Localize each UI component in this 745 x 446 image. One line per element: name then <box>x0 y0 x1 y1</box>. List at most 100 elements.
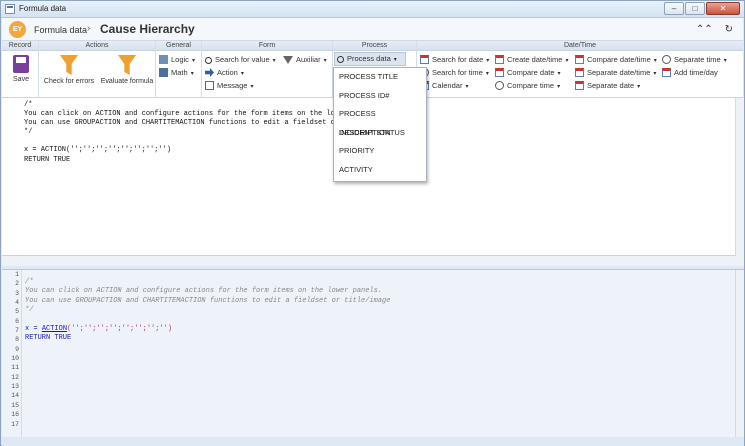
process-data-button[interactable]: Process data ▾ <box>334 52 406 66</box>
search-value-button[interactable]: Search for value ▾ <box>205 54 276 66</box>
compare-datetime-label: Compare date/time <box>587 55 651 64</box>
menu-item-incident-status[interactable]: INCIDENT STATUS <box>334 124 426 143</box>
check-errors-button[interactable]: Check for errors <box>41 55 97 85</box>
logic-button[interactable]: Logic ▾ <box>159 54 195 66</box>
line-number: 7 <box>15 327 19 335</box>
line-number: 16 <box>11 411 19 419</box>
menu-item-activity[interactable]: ACTIVITY <box>334 161 426 180</box>
group-record: Record Save <box>2 41 39 98</box>
menu-item-process-title[interactable]: PROCESS TITLE <box>334 68 426 87</box>
chevron-right-icon: › <box>87 23 91 34</box>
group-general-label: General <box>156 41 201 51</box>
line-number: 2 <box>15 280 19 288</box>
maximize-button[interactable]: □ <box>685 2 705 15</box>
close-button[interactable]: ✕ <box>706 2 740 15</box>
compare-date-button[interactable]: Compare date ▾ <box>495 67 561 79</box>
auxiliar-button[interactable]: Auxiliar ▾ <box>283 54 327 66</box>
chevron-down-icon: ▾ <box>393 57 397 63</box>
editor-vertical-scrollbar[interactable] <box>735 270 744 438</box>
code-function[interactable]: ACTION <box>42 325 67 333</box>
menu-item-process-id[interactable]: PROCESS ID# <box>334 87 426 106</box>
line-number: 4 <box>15 299 19 307</box>
logic-label: Logic <box>171 55 189 64</box>
vertical-scrollbar[interactable] <box>735 98 744 256</box>
chevron-down-icon: ▾ <box>323 58 327 64</box>
line-number: 17 <box>11 420 19 428</box>
chevron-down-icon: ▾ <box>653 71 657 77</box>
horizontal-scrollbar[interactable] <box>2 256 744 266</box>
line-number: 1 <box>15 271 19 278</box>
save-button[interactable]: Save <box>8 55 34 83</box>
page-header: EY Formula data › Cause Hierarchy ⌃⌃ ↻ <box>2 18 743 41</box>
message-label: Message <box>217 81 248 90</box>
search-time-button[interactable]: Search for time ▾ <box>420 67 489 79</box>
menu-item-process-description[interactable]: PROCESS DESCRIPTION <box>334 105 426 137</box>
group-general: General Logic ▾ Math ▾ <box>156 41 202 98</box>
calendar-icon <box>420 55 429 64</box>
line-number: 15 <box>11 401 19 409</box>
line-number: 6 <box>15 317 19 325</box>
clock-icon <box>662 55 671 64</box>
app-icon <box>5 4 15 14</box>
formula-window: Formula data – □ ✕ EY Formula data › Cau… <box>0 0 745 446</box>
add-timeday-button[interactable]: Add time/day <box>662 67 718 79</box>
separate-time-label: Separate time <box>674 55 721 64</box>
formula-code-editor[interactable]: 1 2 3 4 5 6 7 8 9 10 11 12 13 14 15 16 1… <box>2 269 744 438</box>
chevron-down-icon: ▾ <box>485 71 489 77</box>
line-number-gutter: 1 2 3 4 5 6 7 8 9 10 11 12 13 14 15 16 1… <box>2 270 22 438</box>
group-datetime-label: Date/Time <box>417 41 743 51</box>
status-bar <box>2 437 744 446</box>
add-timeday-label: Add time/day <box>674 68 718 77</box>
separate-time-button[interactable]: Separate time ▾ <box>662 54 727 66</box>
search-icon <box>337 56 344 63</box>
compare-time-button[interactable]: Compare time ▾ <box>495 80 560 92</box>
compare-datetime-button[interactable]: Compare date/time ▾ <box>575 54 657 66</box>
message-button[interactable]: Message ▾ <box>205 80 253 92</box>
code-comment-open: /* <box>25 278 34 286</box>
collapse-icon[interactable]: ⌃⌃ <box>696 24 713 35</box>
search-value-label: Search for value <box>215 55 270 64</box>
group-process-label: Process <box>333 41 416 51</box>
create-datetime-button[interactable]: Create date/time ▾ <box>495 54 568 66</box>
line-number: 12 <box>11 373 19 381</box>
evaluate-formula-button[interactable]: Evaluate formula <box>99 55 155 85</box>
chevron-down-icon: ▾ <box>565 58 569 64</box>
code-return-line: RETURN TRUE <box>25 334 72 343</box>
code-comment-close: */ <box>25 306 34 315</box>
calendar-icon <box>662 68 671 77</box>
minimize-button[interactable]: – <box>664 2 684 15</box>
action-button[interactable]: Action ▾ <box>205 67 244 79</box>
line-number: 13 <box>11 383 19 391</box>
separate-date-button[interactable]: Separate date ▾ <box>575 80 640 92</box>
separate-date-label: Separate date <box>587 81 635 90</box>
process-data-menu: PROCESS TITLE PROCESS ID# PROCESS DESCRI… <box>333 67 427 182</box>
chevron-down-icon: ▾ <box>486 58 490 64</box>
calendar-icon <box>495 55 504 64</box>
menu-item-priority[interactable]: PRIORITY <box>334 142 426 161</box>
line-number: 5 <box>15 308 19 316</box>
save-icon <box>13 55 29 73</box>
calendar-button[interactable]: Calendar ▾ <box>420 80 468 92</box>
group-actions: Actions Check for errors Evaluate formul… <box>39 41 156 98</box>
separate-datetime-label: Separate date/time <box>587 68 651 77</box>
calendar-icon <box>495 68 504 77</box>
line-number: 9 <box>15 345 19 353</box>
chevron-down-icon: ▾ <box>723 58 727 64</box>
formula-preview-text: /* You can click on ACTION and configure… <box>24 101 360 164</box>
action-label: Action <box>217 68 238 77</box>
line-number: 11 <box>11 364 19 372</box>
separate-datetime-button[interactable]: Separate date/time ▾ <box>575 67 656 79</box>
line-number: 3 <box>15 289 19 297</box>
compare-date-label: Compare date <box>507 68 555 77</box>
title-bar: Formula data – □ ✕ <box>1 1 744 18</box>
group-record-label: Record <box>2 41 38 51</box>
math-button[interactable]: Math ▾ <box>159 67 194 79</box>
compare-time-label: Compare time <box>507 81 555 90</box>
group-datetime: Date/Time Search for date ▾ Search for ti… <box>417 41 743 98</box>
message-icon <box>205 81 214 90</box>
app-logo: EY <box>9 21 26 38</box>
search-date-button[interactable]: Search for date ▾ <box>420 54 489 66</box>
breadcrumb-parent[interactable]: Formula data <box>34 25 87 35</box>
clock-icon <box>495 81 504 90</box>
refresh-icon[interactable]: ↻ <box>725 24 733 35</box>
